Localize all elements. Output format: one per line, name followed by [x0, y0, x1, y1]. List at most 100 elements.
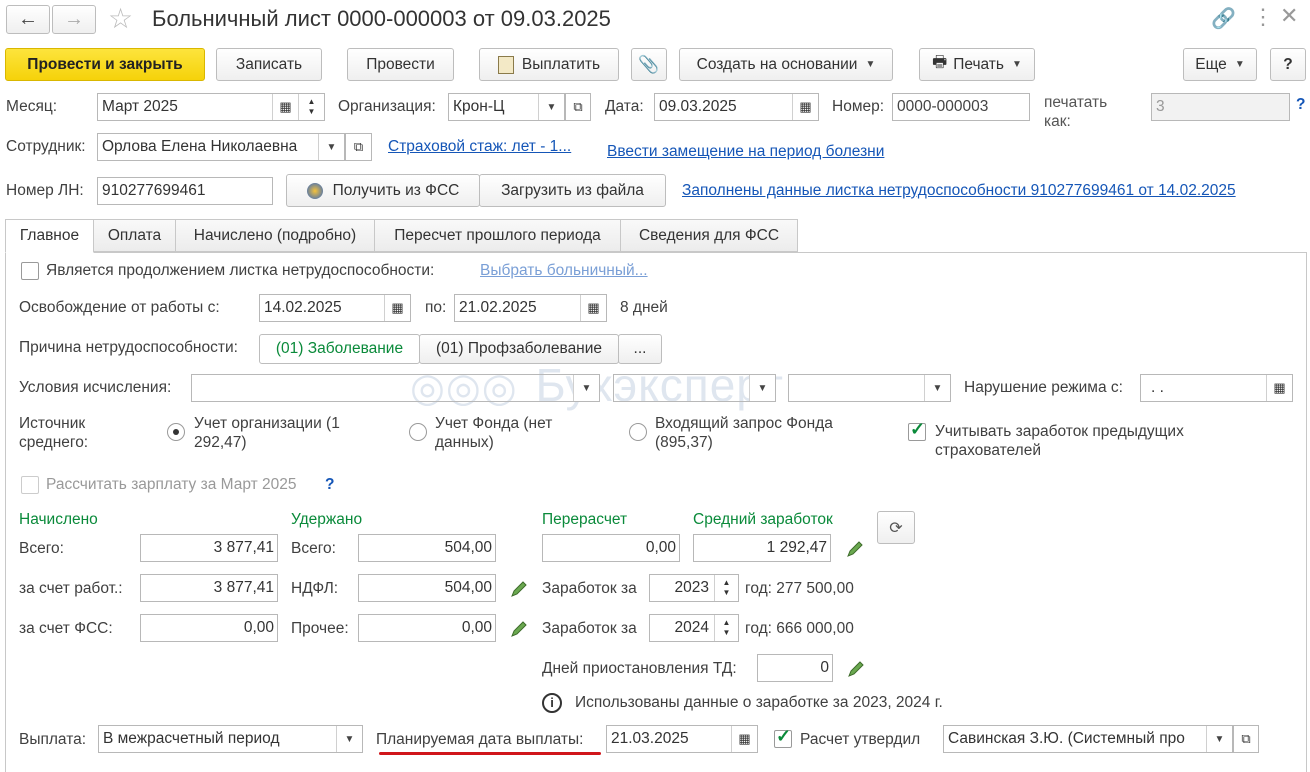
print-as-help-icon[interactable]: ? [1296, 96, 1305, 114]
load-from-file-button[interactable]: Загрузить из файла [479, 174, 666, 207]
accrued-employer-field[interactable]: 3 877,41 [140, 574, 278, 602]
post-button[interactable]: Провести [347, 48, 454, 81]
payout-field[interactable]: В межрасчетный период ▼ [98, 725, 363, 753]
conditions-dropdown[interactable]: ▼ [749, 375, 775, 401]
suspension-field[interactable]: 0 [757, 654, 833, 682]
recalc-field[interactable]: 0,00 [542, 534, 680, 562]
create-based-button[interactable]: Создать на основании ▼ [679, 48, 893, 81]
calendar-button[interactable]: ▦ [1266, 375, 1292, 401]
edit-ndfl-pencil-icon[interactable] [509, 579, 529, 599]
conditions-field-3[interactable]: ▼ [788, 374, 951, 402]
approved-by-field[interactable]: Савинская З.Ю. (Системный про ▼ [943, 725, 1233, 753]
edit-suspension-pencil-icon[interactable] [846, 659, 866, 679]
attachment-button[interactable]: 📎 [631, 48, 667, 81]
payout-dropdown[interactable]: ▼ [336, 726, 362, 752]
date-calendar-button[interactable]: ▦ [792, 94, 818, 120]
release-from-field[interactable]: 14.02.2025 ▦ [259, 294, 411, 322]
filled-data-link[interactable]: Заполнены данные листка нетрудоспособнос… [682, 182, 1236, 200]
more-button[interactable]: Еще ▼ [1183, 48, 1257, 81]
reason-disease-button[interactable]: (01) Заболевание [259, 334, 420, 364]
chevron-down-icon: ▼ [1011, 59, 1022, 70]
reason-more-button[interactable]: ... [618, 334, 662, 364]
year-2-stepper[interactable]: ▲ ▼ [714, 615, 738, 641]
release-to-field[interactable]: 21.02.2025 ▦ [454, 294, 607, 322]
refresh-icon: ⟳ [889, 519, 903, 537]
refresh-button[interactable]: ⟳ [877, 511, 915, 544]
help-button[interactable]: ? [1270, 48, 1306, 81]
replacement-link[interactable]: Ввести замещение на период болезни [607, 143, 884, 161]
ln-number-field[interactable]: 910277699461 [97, 177, 273, 205]
favorite-star-icon[interactable]: ☆ [108, 2, 133, 35]
accrued-fss-field[interactable]: 0,00 [140, 614, 278, 642]
source-org-radio[interactable] [167, 423, 185, 441]
get-from-fss-button[interactable]: Получить из ФСС [286, 174, 480, 207]
forward-button[interactable]: → [52, 5, 96, 34]
month-field[interactable]: Март 2025 ▦ ▲ ▼ [97, 93, 325, 121]
approved-dropdown[interactable]: ▼ [1206, 726, 1232, 752]
calendar-button[interactable]: ▦ [731, 726, 757, 752]
employee-field[interactable]: Орлова Елена Николаевна ▼ [97, 133, 345, 161]
employee-open-button[interactable]: ⧉ [345, 133, 372, 161]
close-icon[interactable]: ✕ [1280, 3, 1298, 29]
organization-field[interactable]: Крон-Ц ▼ [448, 93, 565, 121]
approved-open-button[interactable]: ⧉ [1233, 725, 1259, 753]
employee-value: Орлова Елена Николаевна [102, 138, 298, 155]
continuation-checkbox[interactable] [21, 262, 39, 280]
employee-dropdown[interactable]: ▼ [318, 134, 344, 160]
conditions-field-2[interactable]: ▼ [613, 374, 776, 402]
month-stepper[interactable]: ▲ ▼ [298, 94, 324, 120]
more-menu-icon[interactable]: ⋮ [1252, 4, 1274, 30]
conditions-dropdown[interactable]: ▼ [573, 375, 599, 401]
chevron-down-icon: ▼ [326, 141, 337, 153]
conditions-field-1[interactable]: ▼ [191, 374, 600, 402]
planned-date-field[interactable]: 21.03.2025 ▦ [606, 725, 758, 753]
link-icon[interactable]: 🔗 [1211, 6, 1236, 31]
tab-accrued-detail[interactable]: Начислено (подробно) [175, 219, 375, 252]
post-and-close-button[interactable]: Провести и закрыть [5, 48, 205, 81]
save-button[interactable]: Записать [216, 48, 322, 81]
release-from-value: 14.02.2025 [264, 299, 342, 316]
prev-insurers-checkbox[interactable]: ✓ [908, 419, 926, 441]
print-as-field[interactable]: 3 [1151, 93, 1290, 121]
source-request-radio[interactable] [629, 423, 647, 441]
edit-avg-pencil-icon[interactable] [845, 539, 865, 559]
tab-fss-info[interactable]: Сведения для ФСС [620, 219, 798, 252]
pay-button[interactable]: Выплатить [479, 48, 619, 81]
year-1-stepper[interactable]: ▲ ▼ [714, 575, 738, 601]
print-as-label: печатать как: [1044, 94, 1108, 130]
calc-salary-checkbox[interactable] [21, 476, 39, 494]
calendar-button[interactable]: ▦ [272, 94, 298, 120]
calc-salary-help-icon[interactable]: ? [325, 476, 334, 494]
year-2-field[interactable]: 2024 ▲ ▼ [649, 614, 739, 642]
insurance-experience-link[interactable]: Страховой стаж: лет - 1... [388, 138, 571, 156]
tab-main[interactable]: Главное [5, 219, 94, 253]
number-field[interactable]: 0000-000003 [892, 93, 1030, 121]
avg-earnings-field[interactable]: 1 292,47 [693, 534, 831, 562]
calendar-icon: ▦ [587, 300, 600, 315]
edit-other-pencil-icon[interactable] [509, 619, 529, 639]
source-fund-radio[interactable] [409, 423, 427, 441]
tab-payment[interactable]: Оплата [93, 219, 176, 252]
accrued-total-field[interactable]: 3 877,41 [140, 534, 278, 562]
ndfl-field[interactable]: 504,00 [358, 574, 496, 602]
violation-field[interactable]: . . ▦ [1140, 374, 1293, 402]
arrow-left-icon: ← [18, 8, 38, 30]
date-field[interactable]: 09.03.2025 ▦ [654, 93, 819, 121]
earnings-year-1-label: Заработок за [542, 580, 637, 597]
approved-checkbox[interactable]: ✓ [774, 726, 792, 748]
print-button[interactable]: 🖶 Печать ▼ [919, 48, 1035, 81]
violation-value: . . [1151, 379, 1164, 396]
organization-dropdown[interactable]: ▼ [538, 94, 564, 120]
withheld-total-field[interactable]: 504,00 [358, 534, 496, 562]
year-2-value: 2024 [674, 619, 709, 636]
conditions-dropdown[interactable]: ▼ [924, 375, 950, 401]
tab-recalc-prev[interactable]: Пересчет прошлого периода [374, 219, 621, 252]
choose-sick-leave-link[interactable]: Выбрать больничный... [480, 262, 648, 280]
year-1-field[interactable]: 2023 ▲ ▼ [649, 574, 739, 602]
calendar-button[interactable]: ▦ [580, 295, 606, 321]
organization-open-button[interactable]: ⧉ [565, 93, 591, 121]
calendar-button[interactable]: ▦ [384, 295, 410, 321]
reason-occupational-button[interactable]: (01) Профзаболевание [419, 334, 619, 364]
other-field[interactable]: 0,00 [358, 614, 496, 642]
back-button[interactable]: ← [6, 5, 50, 34]
